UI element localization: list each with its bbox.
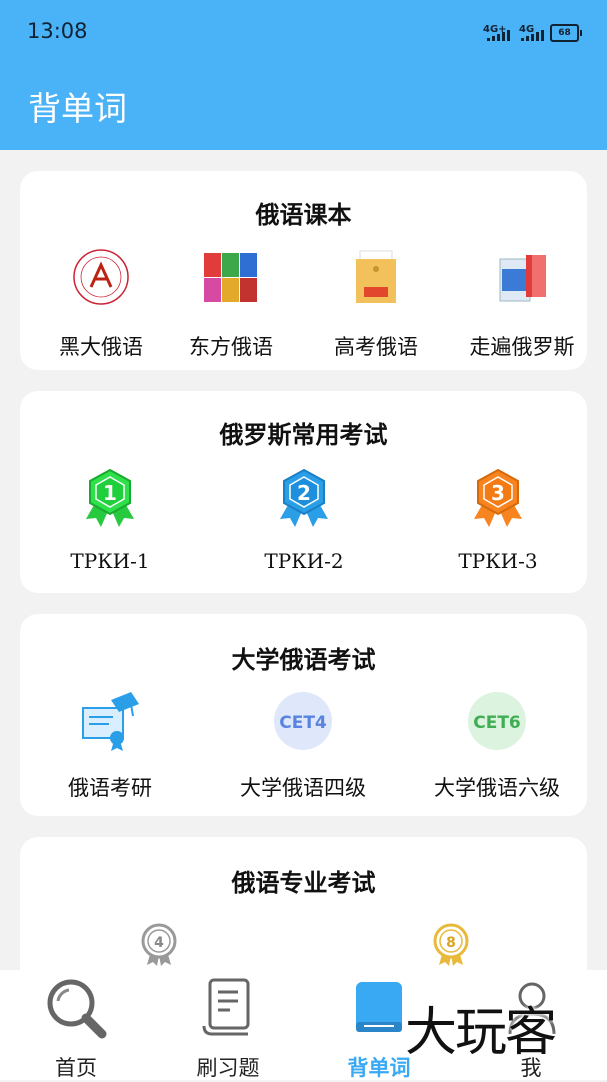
- tem4-medal-icon: 4: [141, 923, 177, 966]
- textbook-label: 黑大俄语: [59, 335, 143, 359]
- textbook-gaokao[interactable]: 高考俄语: [311, 247, 441, 361]
- exam-cet6[interactable]: CET6 大学俄语六级: [422, 690, 572, 802]
- heida-logo-icon: [73, 249, 129, 305]
- exam-tem4[interactable]: 4: [137, 923, 181, 971]
- watermark-text: 大玩客: [405, 1003, 557, 1063]
- search-icon: [47, 979, 107, 1039]
- app-header: 背单词: [0, 64, 607, 150]
- major-exams-title: 俄语专业考试: [231, 869, 376, 897]
- textbook-dongfang[interactable]: 东方俄语: [166, 247, 296, 361]
- signal-bars-2-icon: [521, 30, 544, 41]
- textbook-label: 走遍俄罗斯: [469, 335, 575, 359]
- exam-label: ТРКИ-3: [458, 549, 538, 573]
- exam-label: 大学俄语四级: [240, 776, 366, 800]
- medal-2-number: 2: [297, 481, 311, 505]
- cet6-badge-icon: CET6: [468, 692, 526, 750]
- exam-trki-1[interactable]: 1 ТРКИ-1: [45, 467, 175, 573]
- tab-home[interactable]: 首页: [1, 970, 151, 1080]
- exam-label: ТРКИ-1: [70, 549, 150, 573]
- college-exams-card: 大学俄语考试 俄语考研 CET4 大学俄语四级 CET6 大学俄语六级: [20, 614, 587, 816]
- exam-label: 俄语考研: [68, 776, 152, 800]
- college-exams-title: 大学俄语考试: [231, 646, 376, 674]
- textbooks-card: 俄语课本 黑大俄语 东方俄语 高考俄语 走遍俄罗斯: [20, 171, 587, 370]
- exam-tem8[interactable]: 8: [429, 923, 473, 971]
- graduation-certificate-icon: [82, 692, 139, 751]
- book-icon: [356, 982, 402, 1032]
- textbook-heida[interactable]: 黑大俄语: [36, 247, 166, 361]
- cet4-badge-text: CET4: [279, 713, 327, 733]
- exam-cet4[interactable]: CET4 大学俄语四级: [228, 690, 378, 802]
- exam-label: 大学俄语六级: [434, 776, 560, 800]
- textbook-zoubian[interactable]: 走遍俄罗斯: [457, 247, 587, 361]
- tem4-number: 4: [154, 935, 164, 951]
- tab-practice[interactable]: 刷习题: [153, 970, 303, 1080]
- envelope-icon: [356, 250, 396, 303]
- exam-trki-3[interactable]: 3 ТРКИ-3: [433, 467, 563, 573]
- scroll-document-icon: [202, 978, 250, 1036]
- textbooks-title: 俄语课本: [255, 201, 352, 229]
- medal-2-icon: 2: [280, 468, 328, 527]
- status-bar: 13:08 4G+ 4G 68: [0, 0, 607, 64]
- medal-3-icon: 3: [474, 468, 522, 527]
- exam-trki-2[interactable]: 2 ТРКИ-2: [239, 467, 369, 573]
- tab-label: 刷习题: [196, 1056, 260, 1080]
- textbook-label: 东方俄语: [189, 335, 273, 359]
- medal-1-number: 1: [103, 481, 117, 505]
- russian-exams-card: 俄罗斯常用考试 1 ТРКИ-1 2 ТРКИ-2 3 ТРКИ-3: [20, 391, 587, 593]
- tem8-number: 8: [446, 935, 456, 951]
- medal-1-icon: 1: [86, 468, 134, 527]
- exam-kaoyan[interactable]: 俄语考研: [45, 690, 175, 802]
- dongfang-books-icon: [204, 253, 257, 302]
- battery-icon: 68: [550, 24, 582, 42]
- exam-label: ТРКИ-2: [264, 549, 344, 573]
- cet4-badge-icon: CET4: [274, 692, 332, 750]
- medal-3-number: 3: [491, 481, 505, 505]
- signal-bars-1-icon: [487, 30, 510, 41]
- cet6-badge-text: CET6: [473, 713, 521, 733]
- zoubian-books-icon: [499, 255, 546, 302]
- status-time: 13:08: [27, 19, 88, 43]
- russian-exams-title: 俄罗斯常用考试: [219, 421, 388, 449]
- tab-label: 首页: [55, 1056, 97, 1080]
- textbook-label: 高考俄语: [334, 335, 418, 359]
- tem8-medal-icon: 8: [433, 923, 469, 966]
- page-title: 背单词: [28, 89, 127, 128]
